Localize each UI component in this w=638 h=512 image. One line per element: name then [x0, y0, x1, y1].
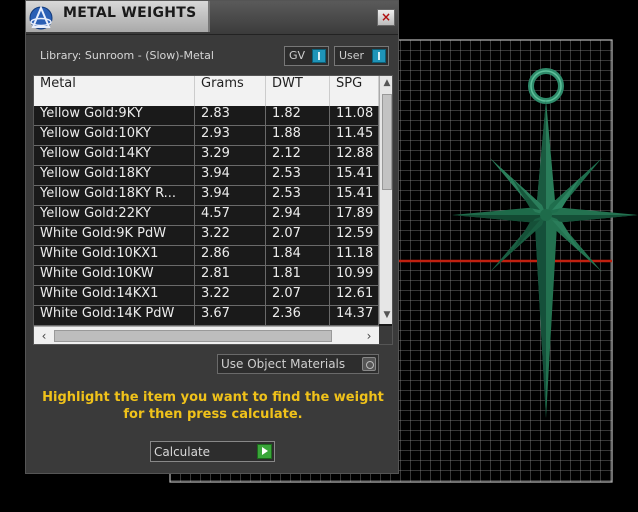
gv-toggle-label: GV	[289, 49, 306, 62]
cell-dwt: 2.07	[266, 226, 330, 245]
metal-table: Metal Grams DWT SPG Yellow Gold:9KY 2.83…	[33, 75, 393, 345]
cell-spg: 15.41	[330, 186, 379, 205]
title-tab: METAL WEIGHTS	[26, 1, 210, 32]
scroll-down-icon[interactable]: ▼	[380, 308, 392, 322]
cell-grams: 4.57	[195, 206, 266, 225]
scroll-right-icon[interactable]: ›	[362, 327, 376, 344]
table-row[interactable]: White Gold:14KX1 3.22 2.07 12.61	[34, 286, 379, 306]
table-row[interactable]: Yellow Gold:18KY R... 3.94 2.53 15.41	[34, 186, 379, 206]
use-object-materials-label: Use Object Materials	[221, 357, 346, 371]
user-toggle[interactable]: User	[334, 46, 389, 66]
cell-metal: Yellow Gold:9KY	[34, 106, 195, 125]
table-row[interactable]: White Gold:9K PdW 3.22 2.07 12.59	[34, 226, 379, 246]
cell-dwt: 2.94	[266, 206, 330, 225]
cell-grams: 3.67	[195, 306, 266, 325]
cell-dwt: 1.84	[266, 246, 330, 265]
cell-spg: 11.45	[330, 126, 379, 145]
cell-grams: 2.93	[195, 126, 266, 145]
scroll-up-icon[interactable]: ▲	[380, 76, 392, 90]
cell-grams: 3.22	[195, 226, 266, 245]
close-button[interactable]: ×	[377, 9, 395, 26]
window-title: METAL WEIGHTS	[63, 5, 197, 21]
toggle-knob-icon	[312, 49, 326, 63]
scroll-left-icon[interactable]: ‹	[37, 327, 51, 344]
vertical-scrollbar[interactable]: ▲ ▼	[379, 76, 392, 324]
table-row[interactable]: Yellow Gold:10KY 2.93 1.88 11.45	[34, 126, 379, 146]
cell-metal: White Gold:14KX1	[34, 286, 195, 305]
column-header-spg[interactable]: SPG	[330, 76, 379, 106]
title-bar[interactable]: METAL WEIGHTS ×	[26, 1, 398, 35]
cell-dwt: 1.81	[266, 266, 330, 285]
cell-spg: 10.99	[330, 266, 379, 285]
cell-metal: White Gold:9K PdW	[34, 226, 195, 245]
user-toggle-label: User	[339, 49, 365, 62]
calculate-label: Calculate	[154, 445, 211, 459]
instructions-text: Highlight the item you want to find the …	[42, 390, 384, 422]
table-header: Metal Grams DWT SPG	[34, 76, 379, 106]
cell-dwt: 1.82	[266, 106, 330, 125]
gv-toggle[interactable]: GV	[284, 46, 329, 66]
cell-dwt: 2.53	[266, 186, 330, 205]
cell-grams: 3.22	[195, 286, 266, 305]
cell-spg: 12.88	[330, 146, 379, 165]
cell-dwt: 2.07	[266, 286, 330, 305]
metal-weights-panel: METAL WEIGHTS × Library: Sunroom - (Slow…	[25, 0, 399, 474]
horizontal-scroll-thumb[interactable]	[54, 330, 332, 342]
table-row[interactable]: White Gold:14K PdW 3.67 2.36 14.37	[34, 306, 379, 326]
column-header-metal[interactable]: Metal	[34, 76, 195, 106]
table-row[interactable]: Yellow Gold:14KY 3.29 2.12 12.88	[34, 146, 379, 166]
cell-dwt: 2.12	[266, 146, 330, 165]
table-row[interactable]: White Gold:10KW 2.81 1.81 10.99	[34, 266, 379, 286]
cell-metal: Yellow Gold:10KY	[34, 126, 195, 145]
cell-dwt: 2.36	[266, 306, 330, 325]
table-row[interactable]: White Gold:10KX1 2.86 1.84 11.18	[34, 246, 379, 266]
cell-metal: White Gold:10KX1	[34, 246, 195, 265]
cell-spg: 11.18	[330, 246, 379, 265]
cell-grams: 3.94	[195, 186, 266, 205]
cell-dwt: 1.88	[266, 126, 330, 145]
close-icon: ×	[380, 10, 392, 24]
library-label: Library: Sunroom - (Slow)-Metal	[40, 49, 214, 62]
cell-spg: 15.41	[330, 166, 379, 185]
cell-metal: Yellow Gold:18KY R...	[34, 186, 195, 205]
table-row[interactable]: Yellow Gold:22KY 4.57 2.94 17.89	[34, 206, 379, 226]
cell-spg: 14.37	[330, 306, 379, 325]
cell-metal: Yellow Gold:22KY	[34, 206, 195, 225]
cell-grams: 2.86	[195, 246, 266, 265]
cell-grams: 3.94	[195, 166, 266, 185]
cell-grams: 2.81	[195, 266, 266, 285]
calculate-button[interactable]: Calculate	[150, 441, 275, 462]
column-header-dwt[interactable]: DWT	[266, 76, 330, 106]
play-icon	[257, 444, 272, 459]
use-object-materials-toggle[interactable]: Use Object Materials	[217, 354, 379, 374]
cell-metal: White Gold:14K PdW	[34, 306, 195, 325]
cell-metal: Yellow Gold:18KY	[34, 166, 195, 185]
column-header-grams[interactable]: Grams	[195, 76, 266, 106]
app-logo-icon	[29, 5, 53, 30]
table-body: Yellow Gold:9KY 2.83 1.82 11.08 Yellow G…	[34, 106, 379, 326]
cell-dwt: 2.53	[266, 166, 330, 185]
scrollbar-corner	[379, 326, 392, 344]
cell-spg: 12.59	[330, 226, 379, 245]
toggle-knob-icon	[372, 49, 386, 63]
cell-spg: 12.61	[330, 286, 379, 305]
toggle-knob-icon	[362, 357, 376, 371]
table-row[interactable]: Yellow Gold:18KY 3.94 2.53 15.41	[34, 166, 379, 186]
cell-spg: 11.08	[330, 106, 379, 125]
cell-metal: White Gold:10KW	[34, 266, 195, 285]
cell-grams: 3.29	[195, 146, 266, 165]
cell-metal: Yellow Gold:14KY	[34, 146, 195, 165]
cell-spg: 17.89	[330, 206, 379, 225]
vertical-scroll-thumb[interactable]	[382, 94, 392, 190]
table-row[interactable]: Yellow Gold:9KY 2.83 1.82 11.08	[34, 106, 379, 126]
cell-grams: 2.83	[195, 106, 266, 125]
horizontal-scrollbar[interactable]: ‹ ›	[34, 326, 379, 344]
